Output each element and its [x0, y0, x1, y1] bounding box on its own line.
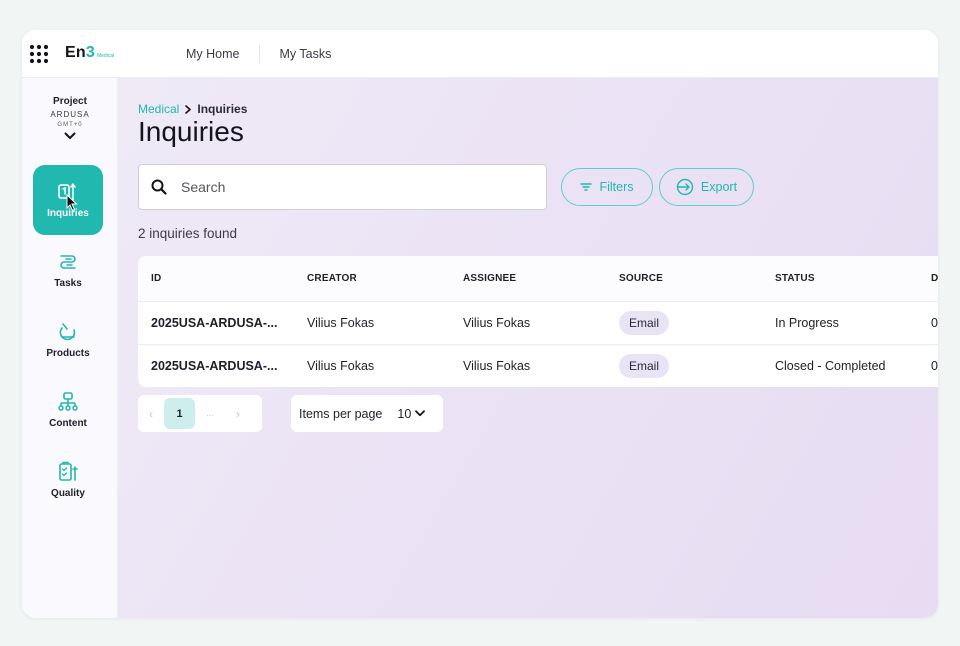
sidebar-item-quality[interactable]: Quality: [33, 445, 103, 515]
nav-divider: [259, 45, 261, 63]
tasks-icon: [60, 255, 76, 269]
search-input[interactable]: [181, 179, 521, 195]
source-tag: Email: [619, 311, 670, 335]
products-icon: [59, 323, 76, 341]
cell-creator: Vilius Fokas: [307, 316, 375, 330]
filter-icon: [580, 183, 593, 191]
cell-status: Closed - Completed: [775, 359, 886, 373]
logo-subtitle: Medical: [96, 53, 115, 59]
cell-source: Email: [606, 354, 762, 378]
next-page-button[interactable]: ›: [225, 407, 251, 421]
export-icon: [676, 178, 694, 196]
logo-text: En3: [65, 44, 95, 62]
column-header-id[interactable]: ID: [138, 273, 294, 284]
cell-id: 2025USA-ARDUSA-...: [151, 316, 278, 330]
items-per-page-label: Items per page: [299, 406, 383, 421]
cell-d: 0: [931, 316, 938, 330]
sidebar-item-label: Products: [46, 348, 90, 359]
page-title: Inquiries: [138, 116, 244, 147]
sidebar-item-content[interactable]: Content: [33, 375, 103, 445]
chevron-down-icon: [415, 410, 426, 417]
chevron-down-icon[interactable]: [64, 132, 76, 140]
nav-my-tasks[interactable]: My Tasks: [279, 47, 351, 61]
search-box: [138, 164, 547, 210]
table-row[interactable]: 2025USA-ARDUSA-... Vilius Fokas Vilius F…: [138, 301, 938, 344]
cell-status: In Progress: [775, 316, 839, 330]
pagination-ellipsis: ...: [205, 408, 215, 419]
logo-main: En: [65, 44, 86, 61]
page-button-current[interactable]: 1: [164, 398, 195, 429]
chevron-right-icon: [185, 104, 192, 114]
sidebar-item-label: Tasks: [54, 278, 82, 289]
cell-assignee: Vilius Fokas: [463, 359, 531, 373]
items-per-page-value: 10: [397, 406, 412, 421]
filters-button[interactable]: Filters: [561, 168, 653, 206]
nav-my-home[interactable]: My Home: [186, 47, 259, 61]
project-code: ARDUSA: [50, 110, 90, 119]
search-icon: [151, 179, 167, 195]
content-icon: [58, 392, 78, 411]
sidebar-item-tasks[interactable]: Tasks: [33, 235, 103, 305]
sidebar-item-label: Content: [49, 418, 87, 429]
previous-page-button[interactable]: ‹: [138, 407, 164, 421]
project-selector[interactable]: Project ARDUSA GMT+0: [22, 96, 118, 140]
main-content: Medical Inquiries Inquiries Filters: [118, 78, 938, 618]
top-nav: My Home My Tasks: [186, 30, 351, 78]
logo-accent: 3: [85, 44, 95, 61]
column-header-d[interactable]: D: [918, 273, 938, 284]
export-button[interactable]: Export: [659, 168, 754, 206]
apps-grid-icon[interactable]: [29, 44, 49, 64]
breadcrumb: Medical Inquiries: [138, 102, 247, 116]
column-header-source[interactable]: SOURCE: [606, 273, 762, 284]
items-per-page-select[interactable]: Items per page 10: [291, 395, 443, 432]
top-bar: En3 Medical My Home My Tasks: [22, 30, 938, 78]
table-header: ID CREATOR ASSIGNEE SOURCE STATUS D: [138, 256, 938, 301]
column-header-assignee[interactable]: ASSIGNEE: [450, 273, 606, 284]
column-header-status[interactable]: STATUS: [762, 273, 918, 284]
column-header-creator[interactable]: CREATOR: [294, 273, 450, 284]
project-label: Project: [53, 96, 87, 107]
project-timezone: GMT+0: [57, 122, 83, 128]
breadcrumb-medical[interactable]: Medical: [138, 102, 179, 116]
app-logo[interactable]: En3 Medical: [65, 44, 114, 62]
table-row[interactable]: 2025USA-ARDUSA-... Vilius Fokas Vilius F…: [138, 344, 938, 387]
cell-source: Email: [606, 311, 762, 335]
export-label: Export: [700, 180, 738, 194]
app-window: En3 Medical My Home My Tasks Project ARD…: [22, 30, 938, 618]
cell-creator: Vilius Fokas: [307, 359, 375, 373]
quality-icon: [59, 461, 78, 481]
filters-label: Filters: [599, 180, 634, 194]
sidebar-item-label: Quality: [51, 488, 85, 499]
sidebar-item-products[interactable]: Products: [33, 305, 103, 375]
result-count: 2 inquiries found: [138, 226, 238, 241]
sidebar: Project ARDUSA GMT+0 Inquiries Tasks Pro…: [22, 78, 118, 618]
cell-assignee: Vilius Fokas: [463, 316, 531, 330]
inquiries-table: ID CREATOR ASSIGNEE SOURCE STATUS D 2025…: [138, 256, 938, 387]
pagination: ‹ 1 ... ›: [138, 395, 262, 432]
cell-d: 0: [931, 359, 938, 373]
mouse-cursor-icon: [66, 194, 78, 212]
breadcrumb-current: Inquiries: [197, 102, 248, 116]
cell-id: 2025USA-ARDUSA-...: [151, 359, 278, 373]
source-tag: Email: [619, 354, 670, 378]
